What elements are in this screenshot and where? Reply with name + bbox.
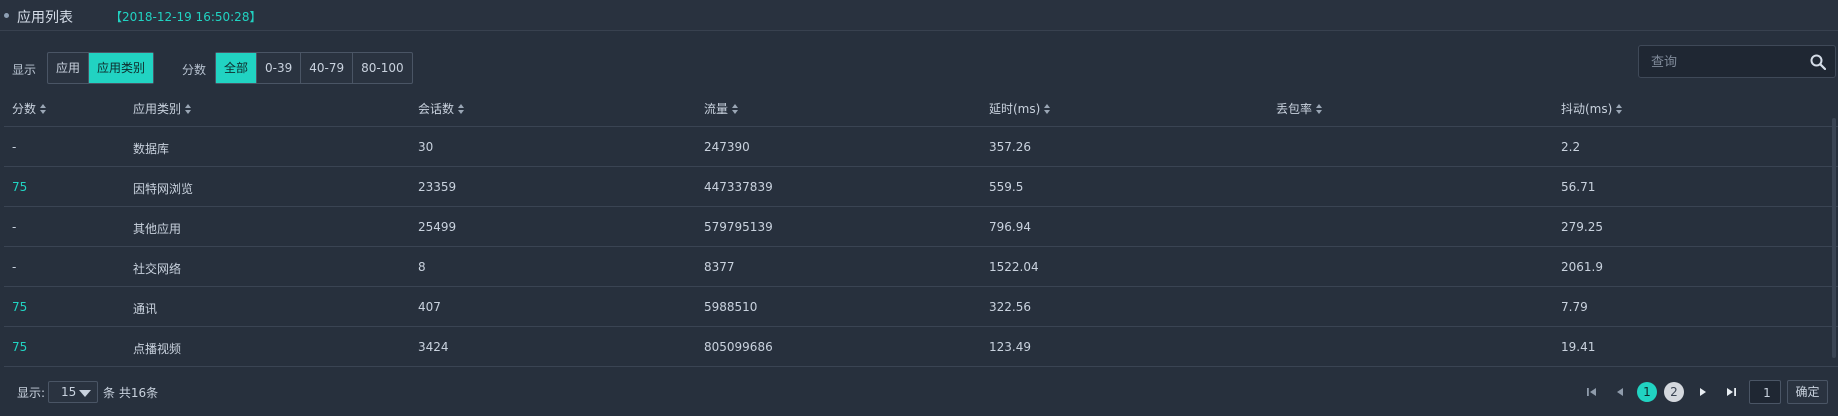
sort-icon[interactable] (458, 104, 465, 115)
cell-category: 社交网络 (133, 262, 182, 276)
cell-jitter: 279.25 (1561, 220, 1603, 234)
cell-traffic: 8377 (704, 260, 735, 274)
sort-icon[interactable] (40, 104, 47, 115)
cell-traffic: 579795139 (704, 220, 773, 234)
column-header-score[interactable]: 分数 (12, 100, 47, 117)
cell-score: - (12, 140, 17, 154)
cell-sessions: 3424 (418, 340, 449, 354)
cell-jitter: 7.79 (1561, 300, 1588, 314)
vertical-scrollbar[interactable] (1832, 118, 1836, 358)
score-filter-80-100[interactable]: 80-100 (353, 53, 412, 83)
table-body: - 数据库 30 247390 357.26 2.2 75 因特网浏览 23359 4473378… (4, 127, 1838, 367)
display-option-app[interactable]: 应用 (48, 53, 90, 83)
page-button-1[interactable]: 1 (1637, 382, 1657, 402)
goto-page-box (1749, 380, 1784, 405)
page-size-label: 显示: (17, 386, 46, 400)
cell-jitter: 2061.9 (1561, 260, 1603, 274)
cell-jitter: 2.2 (1561, 140, 1581, 154)
last-page-icon[interactable] (1721, 382, 1741, 402)
cell-score: 75 (12, 300, 28, 314)
bullet-icon (4, 13, 9, 18)
table-row[interactable]: 75 点播视频 3424 805099686 123.49 19.41 (4, 327, 1838, 367)
total-count-label: 条 共16条 (103, 386, 159, 400)
sort-icon[interactable] (185, 104, 192, 115)
cell-category: 通讯 (133, 302, 158, 316)
cell-latency: 123.49 (989, 340, 1031, 354)
sort-icon[interactable] (1316, 104, 1323, 115)
timestamp: 【2018-12-19 16:50:28】 (110, 10, 262, 24)
table-row[interactable]: 75 因特网浏览 23359 447337839 559.5 56.71 (4, 167, 1838, 207)
table-row[interactable]: - 社交网络 8 8377 1522.04 2061.9 (4, 247, 1838, 287)
score-filter-40-79[interactable]: 40-79 (301, 53, 354, 83)
cell-score: 75 (12, 180, 28, 194)
cell-traffic: 805099686 (704, 340, 773, 354)
display-option-app-category[interactable]: 应用类别 (89, 53, 154, 83)
prev-page-icon[interactable] (1610, 382, 1630, 402)
table-row[interactable]: - 其他应用 25499 579795139 796.94 279.25 (4, 207, 1838, 247)
column-header-sessions[interactable]: 会话数 (418, 100, 465, 117)
sort-icon[interactable] (732, 104, 739, 115)
cell-category: 因特网浏览 (133, 182, 194, 196)
column-header-traffic[interactable]: 流量 (704, 100, 739, 117)
cell-sessions: 23359 (418, 180, 457, 194)
cell-category: 数据库 (133, 142, 170, 156)
cell-latency: 322.56 (989, 300, 1031, 314)
cell-category: 其他应用 (133, 222, 182, 236)
score-filter-all[interactable]: 全部 (216, 53, 258, 83)
cell-score: - (12, 220, 17, 234)
page-title: 应用列表 (17, 10, 73, 26)
search-box (1638, 45, 1836, 79)
confirm-button[interactable]: 确定 (1787, 380, 1828, 404)
sort-icon[interactable] (1616, 104, 1623, 115)
score-filter-group: 全部 0-39 40-79 80-100 (215, 52, 413, 84)
column-header-packet-loss[interactable]: 丢包率 (1276, 100, 1323, 117)
cell-latency: 796.94 (989, 220, 1031, 234)
search-input[interactable] (1649, 46, 1803, 79)
cell-traffic: 247390 (704, 140, 750, 154)
cell-traffic: 447337839 (704, 180, 773, 194)
cell-latency: 357.26 (989, 140, 1031, 154)
cell-sessions: 30 (418, 140, 434, 154)
cell-category: 点播视频 (133, 342, 182, 356)
table-row[interactable]: - 数据库 30 247390 357.26 2.2 (4, 127, 1838, 167)
cell-latency: 1522.04 (989, 260, 1039, 274)
display-toggle-group: 应用 应用类别 (47, 52, 155, 84)
cell-traffic: 5988510 (704, 300, 758, 314)
column-header-latency[interactable]: 延时(ms) (989, 100, 1051, 117)
sort-icon[interactable] (1044, 104, 1051, 115)
cell-jitter: 19.41 (1561, 340, 1596, 354)
goto-page-input[interactable] (1750, 381, 1784, 405)
display-label: 显示 (12, 63, 37, 77)
title-bar: 应用列表 【2018-12-19 16:50:28】 (0, 0, 1838, 31)
column-header-jitter[interactable]: 抖动(ms) (1561, 100, 1623, 117)
cell-score: - (12, 260, 17, 274)
search-icon[interactable] (1810, 54, 1826, 70)
column-header-category[interactable]: 应用类别 (133, 100, 192, 117)
cell-score: 75 (12, 340, 28, 354)
score-filter-0-39[interactable]: 0-39 (257, 53, 302, 83)
cell-sessions: 8 (418, 260, 426, 274)
score-label: 分数 (182, 63, 207, 77)
page-size-select[interactable]: 15 (48, 381, 98, 403)
cell-sessions: 407 (418, 300, 441, 314)
cell-latency: 559.5 (989, 180, 1024, 194)
app-table: 分数 应用类别 会话数 流量 延时(ms) 丢包率 抖动(ms) - 数据库 30 2… (4, 90, 1838, 367)
table-row[interactable]: 75 通讯 407 5988510 322.56 7.79 (4, 287, 1838, 327)
first-page-icon[interactable] (1582, 382, 1602, 402)
chevron-down-icon (79, 390, 91, 397)
cell-sessions: 25499 (418, 220, 457, 234)
page-button-2[interactable]: 2 (1664, 382, 1684, 402)
cell-jitter: 56.71 (1561, 180, 1596, 194)
table-header: 分数 应用类别 会话数 流量 延时(ms) 丢包率 抖动(ms) (4, 90, 1838, 127)
next-page-icon[interactable] (1693, 382, 1713, 402)
